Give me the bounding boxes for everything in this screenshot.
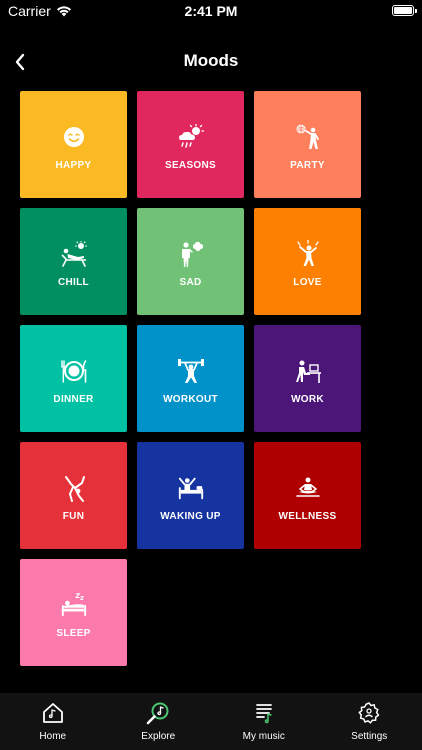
sunbather-icon xyxy=(60,240,88,268)
mood-label: LOVE xyxy=(293,276,322,288)
tab-label: Settings xyxy=(351,731,388,742)
mood-tile-chill[interactable]: CHILL xyxy=(20,208,127,315)
mood-label: SEASONS xyxy=(164,159,216,171)
tab-explore[interactable]: Explore xyxy=(106,693,212,750)
mood-label: FUN xyxy=(62,510,85,522)
mood-tile-fun[interactable]: FUN xyxy=(20,442,127,549)
page-title: Moods xyxy=(183,51,239,70)
tab-my-music[interactable]: My music xyxy=(211,693,317,750)
weather-icon xyxy=(177,123,205,151)
mood-label: WORKOUT xyxy=(163,393,218,405)
mood-label: SLEEP xyxy=(56,627,91,639)
cartwheel-icon xyxy=(60,474,88,502)
tab-settings[interactable]: Settings xyxy=(317,693,422,750)
mood-tile-sleep[interactable]: SLEEP xyxy=(20,559,127,666)
sleeping-person-icon xyxy=(60,591,88,619)
tab-label: My music xyxy=(242,731,285,742)
mood-tile-workout[interactable]: WORKOUT xyxy=(137,325,244,432)
playlist-icon xyxy=(252,701,276,725)
mood-grid: HAPPY SEASONS PARTY CHILL SAD LOVE DINNE… xyxy=(20,91,362,666)
smiley-icon xyxy=(60,123,88,151)
desk-worker-icon xyxy=(294,357,322,385)
home-icon xyxy=(41,701,65,725)
mood-tile-party[interactable]: PARTY xyxy=(254,91,361,198)
weightlifter-icon xyxy=(177,357,205,385)
mood-label: PARTY xyxy=(290,159,325,171)
mood-tile-dinner[interactable]: DINNER xyxy=(20,325,127,432)
explore-search-icon xyxy=(146,701,170,725)
plate-cutlery-icon xyxy=(60,357,88,385)
tab-label: Home xyxy=(39,731,67,742)
mood-label: WORK xyxy=(291,393,324,405)
navigation-bar: Moods xyxy=(0,40,422,84)
mood-label: HAPPY xyxy=(55,159,92,171)
status-bar: Carrier 2:41 PM xyxy=(0,0,422,24)
mood-tile-happy[interactable]: HAPPY xyxy=(20,91,127,198)
mood-tile-seasons[interactable]: SEASONS xyxy=(137,91,244,198)
mood-tile-work[interactable]: WORK xyxy=(254,325,361,432)
tab-home[interactable]: Home xyxy=(0,693,106,750)
status-time: 2:41 PM xyxy=(184,3,238,19)
mood-tile-love[interactable]: LOVE xyxy=(254,208,361,315)
celebrating-person-icon xyxy=(294,239,322,268)
waking-person-icon xyxy=(177,474,205,502)
mood-label: CHILL xyxy=(58,276,89,288)
thinking-person-icon xyxy=(177,240,205,268)
mood-label: DINNER xyxy=(53,393,94,405)
meditation-icon xyxy=(294,474,322,502)
disco-dancer-icon xyxy=(294,123,322,151)
gear-icon xyxy=(357,701,381,725)
battery-icon xyxy=(392,5,417,16)
mood-tile-waking-up[interactable]: WAKING UP xyxy=(137,442,244,549)
mood-tile-sad[interactable]: SAD xyxy=(137,208,244,315)
tab-label: Explore xyxy=(141,731,176,742)
tab-bar: Home Explore My music Settings xyxy=(0,693,422,750)
mood-label: WAKING UP xyxy=(160,510,221,522)
mood-tile-wellness[interactable]: WELLNESS xyxy=(254,442,361,549)
mood-label: WELLNESS xyxy=(278,510,337,522)
mood-label: SAD xyxy=(179,276,202,288)
